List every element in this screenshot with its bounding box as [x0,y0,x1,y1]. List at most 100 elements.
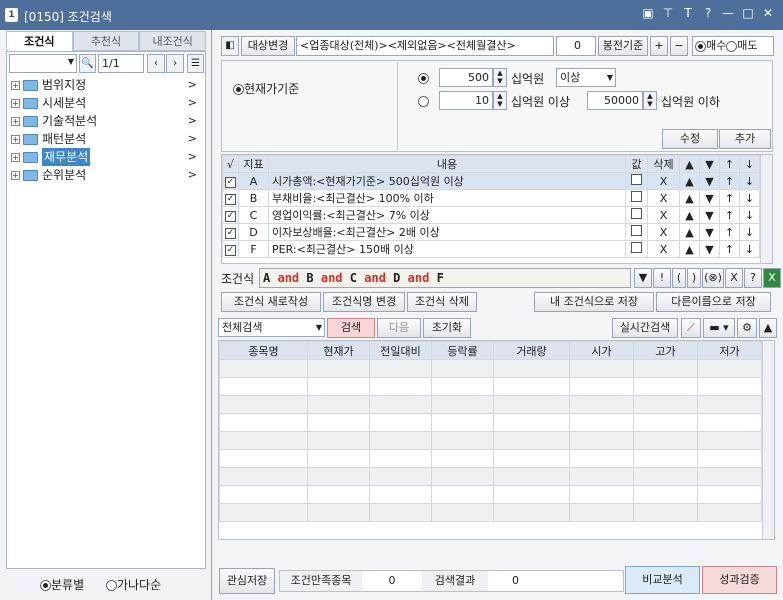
compare-button[interactable]: 비교분석 [625,566,700,594]
clear-paren-button[interactable]: (⊗) [702,268,724,288]
tree-item-financial[interactable]: + 재무분석 > [11,148,203,166]
clear-button[interactable]: X [725,268,743,288]
result-scrollbar[interactable] [762,341,774,539]
move-top-icon[interactable]: ↑ [719,206,740,224]
radio-current-price-basis[interactable] [233,84,244,95]
close-paren-button[interactable]: ) [687,268,701,288]
rename-condition-button[interactable]: 조건식명 변경 [323,292,405,312]
new-condition-button[interactable]: 조건식 새로작성 [221,292,321,312]
text-icon[interactable]: T [681,6,695,20]
layout-icon[interactable]: ▣ [641,6,655,20]
bong-basis-button[interactable]: 봉전기준 [598,36,648,56]
tab-recommended[interactable]: 추천식 [72,31,140,51]
target-field[interactable]: <업종대상(전체)><제외없음><전체월결산> [296,36,554,56]
chart-icon[interactable]: ⟋ [681,318,701,338]
help-button[interactable]: ? [744,268,762,288]
delete-condition-button[interactable]: 조건식 삭제 [407,292,477,312]
target-change-button[interactable]: 대상변경 [241,36,295,56]
value-spinner-2[interactable]: ▲ ▼ [493,91,507,110]
radio-range-value[interactable] [418,95,429,107]
search-icon[interactable]: 🔍 [79,54,96,73]
value-spinner-1[interactable]: ▲ ▼ [493,68,507,87]
value-checkbox[interactable] [631,174,642,185]
save-as-button[interactable]: 다른이름으로 저장 [656,292,771,312]
search-scope-select[interactable]: 전체검색 ▼ [218,318,325,337]
filter-dropdown[interactable]: ▼ [9,54,77,73]
pin-icon[interactable]: ⊤ [661,6,675,20]
down-icon[interactable]: ▼ [699,172,720,190]
up-icon[interactable]: ▲ [679,223,700,241]
row-checkbox[interactable]: ✓ [225,177,236,188]
table-row[interactable]: ✓ B 부채비율:<최근결산> 100% 이하 X ▲ ▼ ↑ ↓ [222,189,760,207]
performance-button[interactable]: 성과검증 [702,566,777,594]
expand-icon[interactable]: + [11,80,20,90]
up-icon[interactable]: ▲ [679,240,700,258]
tree-item-range[interactable]: + 범위지정 > [11,76,203,94]
move-bottom-icon[interactable]: ↓ [739,172,760,190]
table-row[interactable]: ✓ C 영업이익률:<최근결산> 7% 이상 X ▲ ▼ ↑ ↓ [222,206,760,224]
realtime-search-button[interactable]: 실시간검색 [612,318,678,338]
settings-gear-icon[interactable]: ⚙ [737,318,757,338]
move-top-icon[interactable]: ↑ [719,240,740,258]
delete-icon[interactable]: X [647,206,680,224]
table-row[interactable]: ✓ A 시가총액:<현재가기준> 500십억원 이상 X ▲ ▼ ↑ ↓ [222,172,760,190]
row-checkbox[interactable]: ✓ [225,245,236,256]
down-icon[interactable]: ▼ [699,206,720,224]
save-watchlist-button[interactable]: 관심저장 [219,568,275,594]
radio-buy[interactable] [695,40,706,52]
expand-icon[interactable]: + [11,134,20,144]
up-icon[interactable]: ▲ [679,189,700,207]
expand-icon[interactable]: + [11,170,20,180]
expand-icon[interactable]: + [11,98,20,108]
expand-icon[interactable]: + [11,116,20,126]
value-checkbox[interactable] [631,208,642,219]
close-icon[interactable]: ✕ [761,6,775,20]
down-icon[interactable]: ▼ [699,189,720,207]
next-button[interactable]: 다음 [377,318,421,338]
tree-item-pattern[interactable]: + 패턴분석 > [11,130,203,148]
delete-icon[interactable]: X [647,189,680,207]
minimize-icon[interactable]: — [721,6,735,20]
row-checkbox[interactable]: ✓ [225,211,236,222]
panel-toggle-icon[interactable]: ◧ [221,36,239,56]
tree-item-technical[interactable]: + 기술적분석 > [11,112,203,130]
tree-item-ranking[interactable]: + 순위분석 > [11,166,203,184]
list-view-icon[interactable]: ☰ [187,54,204,73]
up-icon[interactable]: ▲ [679,172,700,190]
minus-button[interactable]: − [670,36,688,56]
move-top-icon[interactable]: ↑ [719,223,740,241]
table-row[interactable]: ✓ F PER:<최근결산> 150배 이상 X ▲ ▼ ↑ ↓ [222,240,760,258]
add-button[interactable]: 추가 [719,129,771,149]
move-bottom-icon[interactable]: ↓ [739,206,760,224]
move-bottom-icon[interactable]: ↓ [739,223,760,241]
delete-icon[interactable]: X [647,172,680,190]
formula-field[interactable]: A and B and C and D and F [259,268,631,288]
operator-select[interactable]: 이상 ▼ [556,68,616,87]
not-button[interactable]: ! [653,268,671,288]
search-button[interactable]: 검색 [327,318,375,338]
table-row[interactable]: ✓ D 이자보상배율:<최근결산> 2배 이상 X ▲ ▼ ↑ ↓ [222,223,760,241]
row-checkbox[interactable]: ✓ [225,228,236,239]
open-paren-button[interactable]: ( [672,268,686,288]
value-field-2[interactable]: 10 [439,91,493,110]
tab-my-conditions[interactable]: 내조건식 [139,31,207,51]
radio-sell[interactable] [726,40,738,52]
page-field[interactable]: 1/1 [98,54,144,73]
value-checkbox[interactable] [631,191,642,202]
row-checkbox[interactable]: ✓ [225,194,236,205]
bong-field[interactable]: 0 [556,36,596,56]
value-checkbox[interactable] [631,242,642,253]
tab-conditions[interactable]: 조건식 [6,31,73,51]
collapse-up-icon[interactable]: ▲ [759,318,777,338]
value-checkbox[interactable] [631,225,642,236]
excel-icon[interactable]: X [763,268,781,288]
move-top-icon[interactable]: ↑ [719,172,740,190]
value-field-3[interactable]: 50000 [587,91,643,110]
radio-by-category[interactable] [40,580,51,591]
view-mode-dropdown[interactable]: ▬ ▾ [703,318,735,338]
move-bottom-icon[interactable]: ↓ [739,189,760,207]
radio-alphabetical[interactable] [105,580,117,591]
move-bottom-icon[interactable]: ↓ [739,240,760,258]
edit-button[interactable]: 수정 [662,129,718,149]
prev-page-button[interactable]: ‹ [147,54,165,73]
